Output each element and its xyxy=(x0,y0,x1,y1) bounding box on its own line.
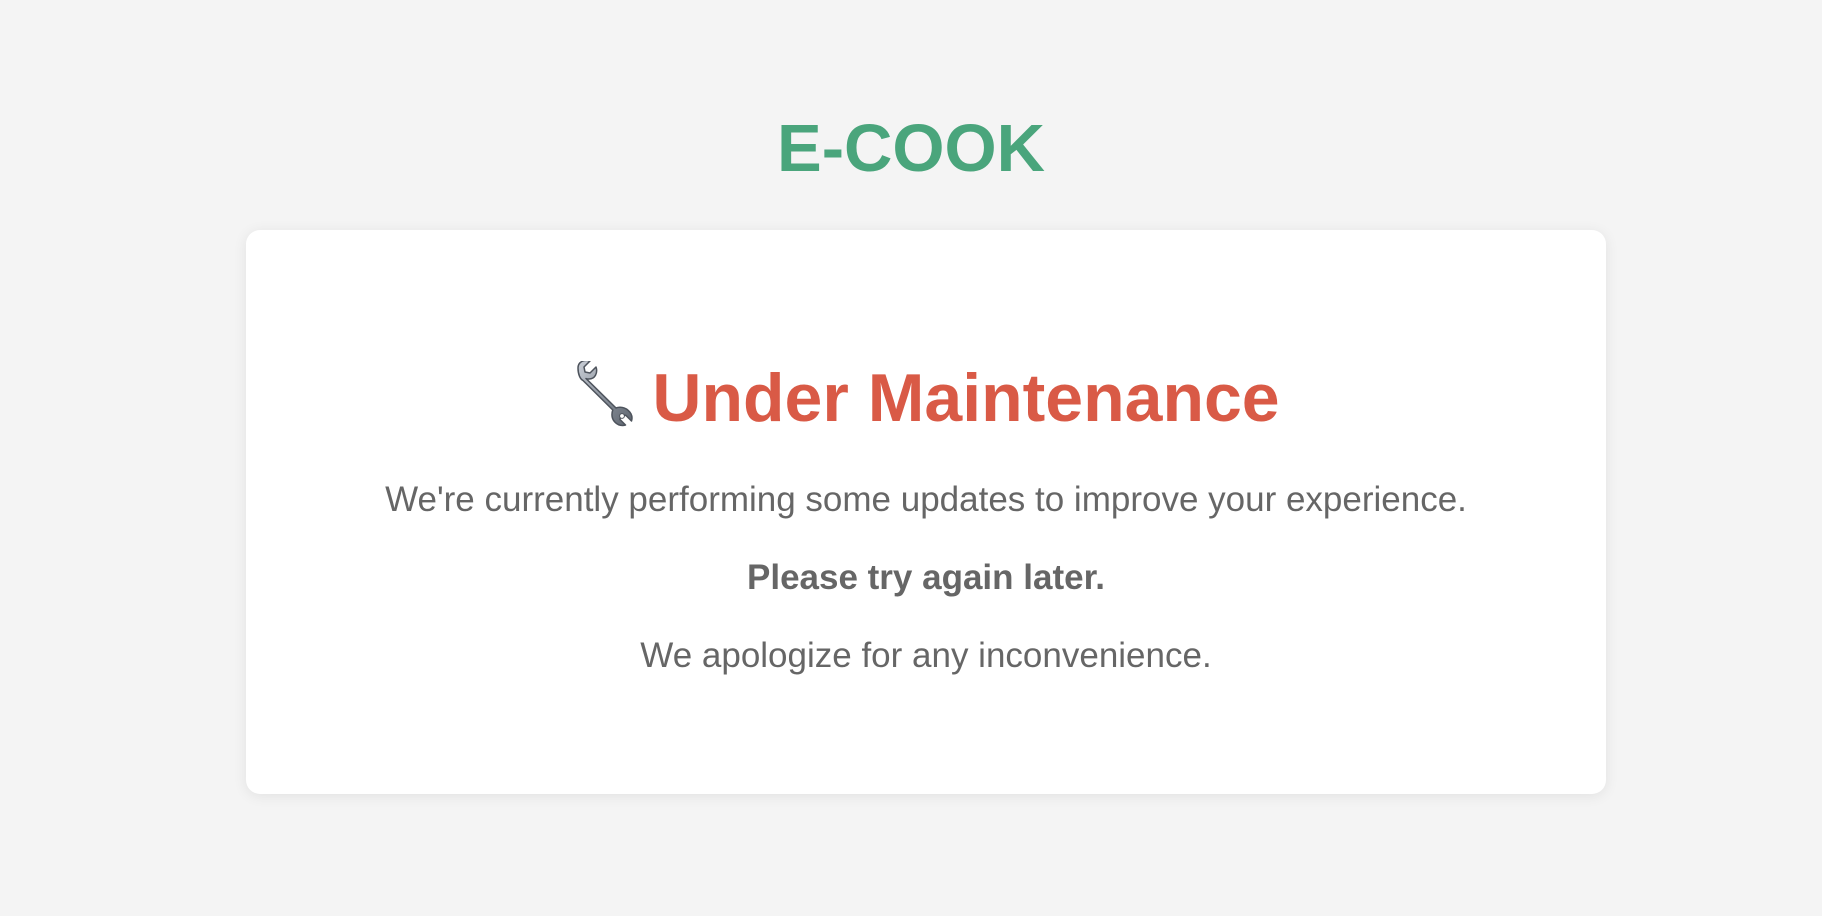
maintenance-heading: Under Maintenance xyxy=(246,358,1606,438)
apology-message: We apologize for any inconvenience. xyxy=(640,636,1212,675)
maintenance-title: Under Maintenance xyxy=(652,360,1280,436)
update-message: We're currently performing some updates … xyxy=(385,480,1467,519)
retry-notice: Please try again later. xyxy=(747,558,1105,597)
maintenance-card: Under Maintenance We're currently perfor… xyxy=(246,230,1606,794)
site-logo: E-COOK xyxy=(777,111,1045,186)
wrench-icon xyxy=(572,359,638,427)
